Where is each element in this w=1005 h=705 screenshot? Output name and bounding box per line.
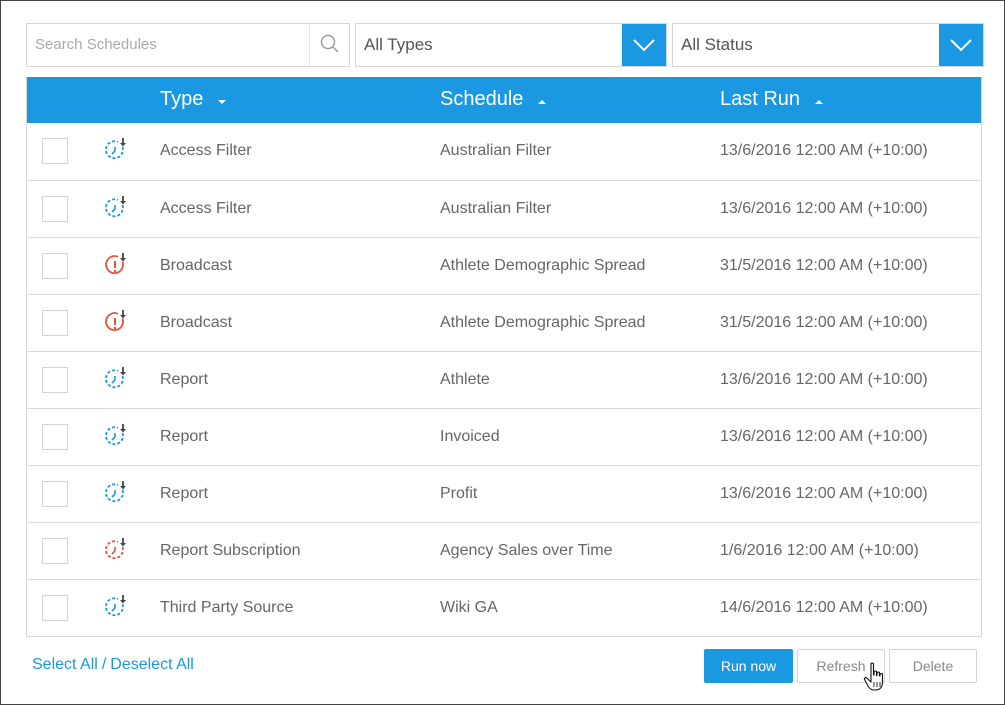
cell-schedule: Athlete Demographic Spread: [440, 257, 646, 274]
row-checkbox[interactable]: [42, 424, 68, 450]
cell-last-run: 31/5/2016 12:00 AM (+10:00): [720, 257, 928, 274]
cell-last-run: 13/6/2016 12:00 AM (+10:00): [720, 428, 928, 445]
hand-cursor-icon: [863, 662, 884, 691]
table-row[interactable]: Report Athlete 13/6/2016 12:00 AM (+10:00): [27, 351, 981, 408]
table-header: Type Schedule Last Run: [27, 77, 981, 123]
table-row[interactable]: Broadcast Athlete Demographic Spread 31/5/…: [27, 294, 981, 351]
cell-last-run: 13/6/2016 12:00 AM (+10:00): [720, 371, 928, 388]
cell-last-run: 31/5/2016 12:00 AM (+10:00): [720, 314, 928, 331]
cell-type: Report: [160, 371, 209, 388]
type-select-toggle[interactable]: [622, 24, 666, 66]
sort-desc-icon: [217, 88, 227, 111]
clock-refresh-icon: [105, 366, 129, 392]
cell-type: Third Party Source: [160, 599, 294, 616]
link-separator: /: [101, 656, 107, 673]
sort-asc-icon: [814, 88, 824, 111]
header-schedule[interactable]: Schedule: [440, 88, 547, 111]
table-row[interactable]: Third Party Source Wiki GA 14/6/2016 12:00…: [27, 579, 981, 636]
cell-type: Report: [160, 428, 209, 445]
chevron-down-icon: [633, 39, 655, 52]
cell-type: Report: [160, 485, 209, 502]
cell-schedule: Australian Filter: [440, 200, 552, 217]
cell-type: Broadcast: [160, 314, 233, 331]
table-row[interactable]: Report Profit 13/6/2016 12:00 AM (+10:00): [27, 465, 981, 522]
table-row[interactable]: Broadcast Athlete Demographic Spread 31/5/…: [27, 237, 981, 294]
clock-refresh-icon: [105, 195, 129, 221]
delete-button[interactable]: Delete: [889, 649, 977, 683]
row-checkbox[interactable]: [42, 138, 68, 164]
header-type[interactable]: Type: [160, 88, 227, 111]
schedules-panel: Search Schedules All Types All Status Ty…: [0, 0, 1005, 705]
search-input[interactable]: Search Schedules: [35, 36, 157, 53]
status-select-toggle[interactable]: [939, 24, 983, 66]
cell-type: Access Filter: [160, 142, 252, 159]
cell-schedule: Agency Sales over Time: [440, 542, 613, 559]
clock-refresh-icon: [105, 537, 129, 563]
header-last-run[interactable]: Last Run: [720, 88, 824, 111]
table-body: Access Filter Australian Filter 13/6/2016 …: [27, 123, 981, 636]
cell-last-run: 1/6/2016 12:00 AM (+10:00): [720, 542, 919, 559]
table-row[interactable]: Access Filter Australian Filter 13/6/2016 …: [27, 180, 981, 237]
cell-schedule: Profit: [440, 485, 478, 502]
status-select[interactable]: All Status: [672, 23, 984, 67]
cell-schedule: Athlete: [440, 371, 490, 388]
chevron-down-icon: [950, 39, 972, 52]
cell-type: Broadcast: [160, 257, 233, 274]
cell-schedule: Wiki GA: [440, 599, 498, 616]
select-all-link[interactable]: Select All: [32, 656, 98, 673]
alert-clock-icon: [105, 309, 129, 335]
cell-schedule: Invoiced: [440, 428, 500, 445]
run-now-button[interactable]: Run now: [704, 649, 793, 683]
schedules-table: Type Schedule Last Run Access Filter Aust…: [26, 77, 982, 637]
header-type-label: Type: [160, 88, 204, 110]
header-schedule-label: Schedule: [440, 88, 524, 110]
row-checkbox[interactable]: [42, 481, 68, 507]
clock-refresh-icon: [105, 137, 129, 163]
search-button[interactable]: [309, 24, 349, 66]
row-checkbox[interactable]: [42, 367, 68, 393]
cell-type: Report Subscription: [160, 542, 301, 559]
row-checkbox[interactable]: [42, 538, 68, 564]
type-select-value: All Types: [364, 35, 433, 54]
row-checkbox[interactable]: [42, 196, 68, 222]
search-field[interactable]: Search Schedules: [26, 23, 350, 67]
cell-last-run: 13/6/2016 12:00 AM (+10:00): [720, 200, 928, 217]
clock-refresh-icon: [105, 423, 129, 449]
selection-links: Select All / Deselect All: [32, 656, 194, 674]
header-last-run-label: Last Run: [720, 88, 801, 110]
type-select[interactable]: All Types: [355, 23, 667, 67]
cell-schedule: Athlete Demographic Spread: [440, 314, 646, 331]
cell-last-run: 13/6/2016 12:00 AM (+10:00): [720, 485, 928, 502]
table-row[interactable]: Report Invoiced 13/6/2016 12:00 AM (+10:00…: [27, 408, 981, 465]
deselect-all-link[interactable]: Deselect All: [110, 656, 194, 673]
table-row[interactable]: Report Subscription Agency Sales over Tim…: [27, 522, 981, 579]
clock-refresh-icon: [105, 594, 129, 620]
row-checkbox[interactable]: [42, 310, 68, 336]
cell-schedule: Australian Filter: [440, 142, 552, 159]
sort-asc-icon: [537, 88, 547, 111]
cell-type: Access Filter: [160, 200, 252, 217]
search-icon: [320, 34, 339, 53]
cell-last-run: 14/6/2016 12:00 AM (+10:00): [720, 599, 928, 616]
alert-clock-icon: [105, 252, 129, 278]
row-checkbox[interactable]: [42, 253, 68, 279]
status-select-value: All Status: [681, 35, 753, 54]
row-checkbox[interactable]: [42, 595, 68, 621]
clock-refresh-icon: [105, 480, 129, 506]
cell-last-run: 13/6/2016 12:00 AM (+10:00): [720, 142, 928, 159]
table-row[interactable]: Access Filter Australian Filter 13/6/2016 …: [27, 123, 981, 180]
